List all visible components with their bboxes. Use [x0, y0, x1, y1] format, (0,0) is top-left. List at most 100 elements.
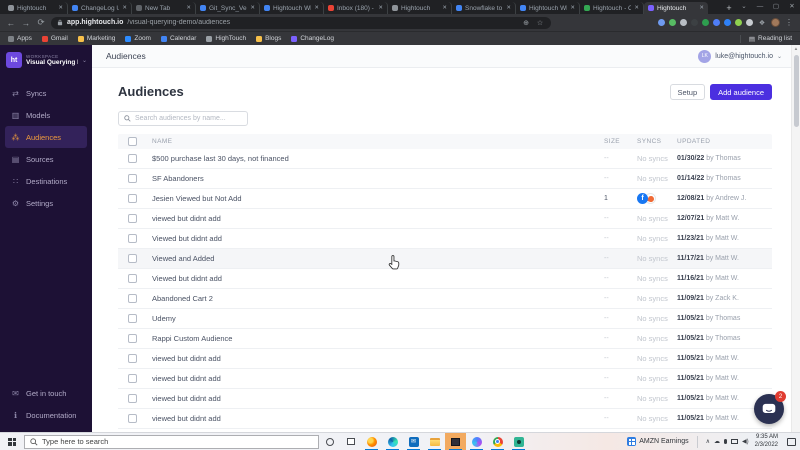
browser-tab[interactable]: Hightouch ✕	[4, 2, 68, 14]
teal-app-icon[interactable]	[508, 433, 529, 450]
audience-name[interactable]: viewed but didnt add	[152, 374, 604, 383]
table-row[interactable]: Rappi Custom Audience -- No syncs f 11/0…	[118, 329, 772, 349]
tab-close-icon[interactable]: ✕	[186, 5, 191, 11]
audience-name[interactable]: Viewed and Added	[152, 254, 604, 263]
audience-name[interactable]: Viewed but didnt add	[152, 274, 604, 283]
sidebar-item-audiences[interactable]: ⁂ Audiences	[5, 126, 87, 148]
table-row[interactable]: Jesien Viewed but Not Add 1 f 12/08/21 b…	[118, 189, 772, 209]
setup-button[interactable]: Setup	[669, 84, 706, 100]
tab-close-icon[interactable]: ✕	[58, 5, 63, 11]
bookmark-item[interactable]: Blogs	[256, 35, 281, 42]
bookmark-item[interactable]: HighTouch	[206, 35, 246, 42]
browser-menu-kebab-icon[interactable]: ⋮	[784, 17, 794, 28]
tab-close-icon[interactable]: ✕	[570, 5, 575, 11]
edge-icon[interactable]	[382, 433, 403, 450]
tab-close-icon[interactable]: ✕	[314, 5, 319, 11]
extensions-puzzle-icon[interactable]: ❖	[757, 19, 767, 27]
start-button[interactable]	[0, 437, 24, 446]
audience-name[interactable]: viewed but didnt add	[152, 414, 604, 423]
row-checkbox[interactable]	[128, 274, 137, 283]
table-row[interactable]: viewed but didnt add -- No syncs f 12/07…	[118, 209, 772, 229]
audience-name[interactable]: Rappi Custom Audience	[152, 334, 604, 343]
row-checkbox[interactable]	[128, 394, 137, 403]
file-explorer-icon[interactable]	[424, 433, 445, 450]
add-audience-button[interactable]: Add audience	[710, 84, 772, 100]
blue-app-icon[interactable]	[466, 433, 487, 450]
tray-chevron-up-icon[interactable]: ∧	[706, 438, 710, 445]
row-checkbox[interactable]	[128, 314, 137, 323]
onedrive-cloud-icon[interactable]: ☁	[714, 438, 720, 445]
tab-close-icon[interactable]: ✕	[634, 5, 639, 11]
row-checkbox[interactable]	[128, 174, 137, 183]
reading-list-button[interactable]: ▤ Reading list	[739, 34, 792, 43]
sidebar-item-sources[interactable]: ▤ Sources	[5, 148, 87, 170]
browser-tab[interactable]: ChangeLog Up... ✕	[68, 2, 132, 14]
forward-icon[interactable]: →	[21, 18, 31, 28]
browser-tab[interactable]: Hightouch ✕	[644, 2, 708, 14]
bookmark-item[interactable]: Zoom	[125, 35, 151, 42]
browser-tab[interactable]: Hightouch - Ca... ✕	[580, 2, 644, 14]
scrollbar[interactable]: ▲	[791, 45, 800, 432]
extension-icon[interactable]	[746, 19, 753, 26]
extension-icon[interactable]	[669, 19, 676, 26]
extension-icon[interactable]	[691, 19, 698, 26]
row-checkbox[interactable]	[128, 194, 137, 203]
browser-tab[interactable]: Hightouch Wh... ✕	[516, 2, 580, 14]
table-row[interactable]: Viewed but didnt add -- No syncs f 11/16…	[118, 269, 772, 289]
browser-tab[interactable]: Snowflake to B... ✕	[452, 2, 516, 14]
window-close-button[interactable]: ✕	[784, 0, 800, 14]
bookmark-item[interactable]: Apps	[8, 35, 32, 42]
tab-close-icon[interactable]: ✕	[699, 5, 704, 11]
browser-tab[interactable]: Hightouch Wha... ✕	[260, 2, 324, 14]
table-row[interactable]: viewed but didnt add -- No syncs f 11/05…	[118, 389, 772, 409]
back-icon[interactable]: ←	[6, 18, 16, 28]
window-minimize-button[interactable]: —	[752, 0, 768, 14]
extension-icon[interactable]	[724, 19, 731, 26]
table-row[interactable]: Abandoned Cart 2 -- No syncs f 11/09/21 …	[118, 289, 772, 309]
bookmark-item[interactable]: Gmail	[41, 35, 68, 42]
extension-icon[interactable]	[680, 19, 687, 26]
sidebar-footer-item-get-in-touch[interactable]: ✉ Get in touch	[5, 382, 87, 404]
extension-icon[interactable]	[658, 19, 665, 26]
intercom-chat-button[interactable]: 2	[754, 391, 786, 424]
table-row[interactable]: SF Abandoners -- No syncs f 01/14/22 by …	[118, 169, 772, 189]
address-bar[interactable]: app.hightouch.io /visual-querying-demo/a…	[51, 16, 551, 29]
tab-search-icon[interactable]: ⌄	[736, 0, 752, 14]
row-checkbox[interactable]	[128, 354, 137, 363]
mail-icon[interactable]: ✉	[403, 433, 424, 450]
tab-close-icon[interactable]: ✕	[442, 5, 447, 11]
speaker-icon[interactable]: ◀)	[742, 438, 749, 445]
taskbar-clock[interactable]: 9:35 AM 2/3/2022	[755, 434, 778, 449]
tab-close-icon[interactable]: ✕	[122, 5, 127, 11]
table-row[interactable]: viewed but didnt add -- No syncs f 11/05…	[118, 409, 772, 429]
bookmark-star-icon[interactable]: ☆	[535, 19, 545, 27]
sidebar-footer-item-documentation[interactable]: ℹ Documentation	[5, 404, 87, 426]
tab-close-icon[interactable]: ✕	[250, 5, 255, 11]
user-menu[interactable]: LK luke@hightouch.io ⌄	[698, 49, 782, 63]
row-checkbox[interactable]	[128, 254, 137, 263]
news-widget[interactable]: AMZN Earnings	[627, 437, 689, 446]
workspace-selector[interactable]: ht WORKSPACE Visual Querying D... ⌄	[0, 45, 92, 74]
taskbar-search[interactable]: Type here to search	[24, 434, 319, 449]
firefox-icon[interactable]	[361, 433, 382, 450]
table-row[interactable]: Udemy -- No syncs f 11/05/21 by Thomas	[118, 309, 772, 329]
active-app-icon[interactable]	[445, 432, 466, 450]
row-checkbox[interactable]	[128, 234, 137, 243]
row-checkbox[interactable]	[128, 334, 137, 343]
table-row[interactable]: $500 purchase last 30 days, not financed…	[118, 149, 772, 169]
tab-close-icon[interactable]: ✕	[506, 5, 511, 11]
sidebar-item-models[interactable]: ▥ Models	[5, 104, 87, 126]
action-center-icon[interactable]	[787, 437, 796, 446]
audience-name[interactable]: $500 purchase last 30 days, not financed	[152, 154, 604, 163]
browser-profile-avatar[interactable]	[771, 18, 780, 27]
audience-name[interactable]: Abandoned Cart 2	[152, 294, 604, 303]
task-view-icon[interactable]	[340, 433, 361, 450]
audience-name[interactable]: Udemy	[152, 314, 604, 323]
table-row[interactable]: viewed but didnt add -- No syncs f 11/05…	[118, 369, 772, 389]
extension-icon[interactable]	[713, 19, 720, 26]
scroll-up-icon[interactable]: ▲	[792, 46, 800, 51]
sidebar-item-settings[interactable]: ⚙ Settings	[5, 192, 87, 214]
bookmark-item[interactable]: Calendar	[160, 35, 196, 42]
search-input[interactable]: Search audiences by name...	[118, 111, 248, 126]
audience-name[interactable]: viewed but didnt add	[152, 214, 604, 223]
